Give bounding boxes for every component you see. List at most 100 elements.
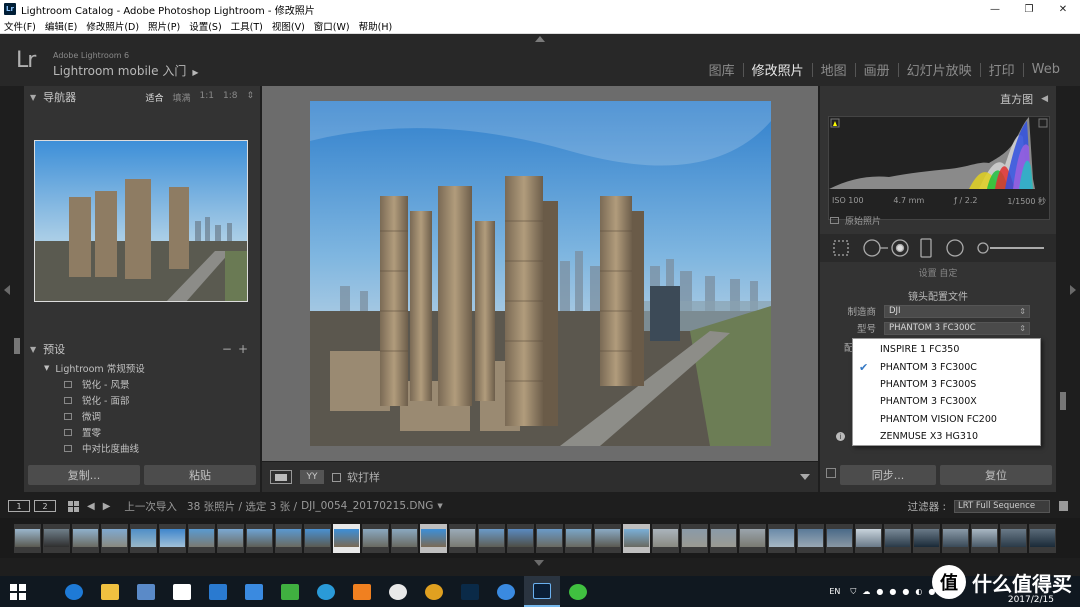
sync-button[interactable]: 同步... [840,465,936,485]
mobile-link[interactable]: Lightroom mobile 入门 ▶ [53,62,198,79]
shield-icon[interactable]: ⛉ [850,587,856,597]
film-thumb[interactable] [594,523,621,553]
film-thumb[interactable] [159,523,186,553]
histogram-header[interactable]: 直方图 ◀ [820,86,1056,112]
film-thumb[interactable] [362,523,389,553]
lens-option[interactable]: PHANTOM 3 FC300X [853,393,1040,410]
zoom-fit[interactable]: 适合 [145,91,163,104]
wechat-icon[interactable] [560,576,596,607]
right-scrollbar[interactable] [1060,392,1066,410]
app-icon[interactable] [200,576,236,607]
file-explorer-icon[interactable] [92,576,128,607]
film-thumb[interactable] [855,523,882,553]
film-thumb[interactable] [884,523,911,553]
film-thumb[interactable] [797,523,824,553]
module-library[interactable]: 图库 [701,60,743,79]
loupe-view-icon[interactable] [270,470,292,484]
lens-option[interactable]: PHANTOM VISION FC200 [853,411,1040,428]
navigator-header[interactable]: ▼ 导航器 适合 填满 1:1 1:8 ⇕ [24,86,260,108]
menu-photo[interactable]: 照片(P) [148,19,180,33]
blue-app-icon[interactable] [488,576,524,607]
input-language[interactable]: EN [829,587,840,596]
app-icon[interactable] [128,576,164,607]
film-thumb[interactable] [72,523,99,553]
menu-window[interactable]: 窗口(W) [314,19,350,33]
edge-browser-icon[interactable] [56,576,92,607]
lens-option-selected[interactable]: ✔ PHANTOM 3 FC300C [853,358,1040,375]
before-after-button[interactable]: YY [300,470,324,484]
presets-header[interactable]: ▼ 预设 −+ [24,338,260,360]
info-icon[interactable]: i [836,432,845,441]
film-thumb-selected[interactable] [623,523,650,553]
network-app-icon[interactable] [236,576,272,607]
zoom-fill[interactable]: 填满 [172,91,190,104]
password-app-icon[interactable] [380,576,416,607]
menu-settings[interactable]: 设置(S) [189,19,221,33]
collapse-top-panel-icon[interactable] [535,36,545,42]
source-label[interactable]: 上一次导入 [124,499,177,514]
close-button[interactable]: ✕ [1046,0,1080,18]
film-thumb[interactable] [101,523,128,553]
menu-develop[interactable]: 修改照片(D) [86,19,139,33]
photo-canvas[interactable] [262,86,818,461]
film-thumb[interactable] [43,523,70,553]
menu-tools[interactable]: 工具(T) [231,19,263,33]
film-thumb[interactable] [507,523,534,553]
film-thumb[interactable] [246,523,273,553]
maximize-button[interactable]: ❐ [1012,0,1046,18]
zoom-stepper-icon[interactable]: ⇕ [246,91,254,104]
film-thumb[interactable] [1000,523,1027,553]
lightroom-taskbar-icon[interactable] [524,576,560,607]
forward-arrow-icon[interactable]: ▶ [103,501,111,512]
second-window-button[interactable]: 2 [34,500,56,512]
film-thumb[interactable] [275,523,302,553]
green-app-icon[interactable] [272,576,308,607]
cloud-icon[interactable]: ☁ [862,587,870,596]
model-select[interactable]: PHANTOM 3 FC300C [884,321,1030,335]
zoom-1-8[interactable]: 1:8 [223,91,237,104]
film-thumb[interactable] [14,523,41,553]
film-thumb[interactable] [681,523,708,553]
telegram-icon[interactable] [308,576,344,607]
preset-item[interactable]: 微调 [24,408,260,424]
original-photo-toggle[interactable]: 原始照片 [830,214,881,227]
film-thumb[interactable] [449,523,476,553]
filter-select[interactable]: LRT Full Sequence [954,499,1050,513]
menu-edit[interactable]: 编辑(E) [45,19,77,33]
minimize-button[interactable]: — [978,0,1012,18]
film-thumb[interactable] [304,523,331,553]
preset-item[interactable]: 中对比度曲线 [24,440,260,456]
copy-settings-button[interactable]: 复制... [28,465,140,485]
orange-app-icon[interactable] [344,576,380,607]
module-map[interactable]: 地图 [813,60,855,79]
filter-lock-icon[interactable] [1059,501,1068,511]
film-thumb-selected[interactable] [420,523,447,553]
tray-app-icon[interactable]: ● [889,587,896,596]
reset-button[interactable]: 复位 [940,465,1052,485]
menu-file[interactable]: 文件(F) [4,19,36,33]
preset-item[interactable]: 锐化 - 风景 [24,376,260,392]
store-icon[interactable] [164,576,200,607]
film-thumb[interactable] [1029,523,1056,553]
module-slideshow[interactable]: 幻灯片放映 [899,60,980,79]
collapse-left-panel-icon[interactable] [4,285,10,295]
module-develop[interactable]: 修改照片 [744,60,812,79]
back-arrow-icon[interactable]: ◀ [87,501,95,512]
tray-app-icon[interactable]: ◐ [915,587,922,596]
collapse-filmstrip-icon[interactable] [534,560,544,566]
filename-dropdown-icon[interactable]: ▼ [437,502,442,510]
film-thumb[interactable] [188,523,215,553]
paste-settings-button[interactable]: 粘贴 [144,465,256,485]
toolbar-menu-icon[interactable] [800,474,810,480]
menu-view[interactable]: 视图(V) [272,19,305,33]
film-thumb[interactable] [478,523,505,553]
preset-item[interactable]: 锐化 - 面部 [24,392,260,408]
zoom-1-1[interactable]: 1:1 [199,91,213,104]
film-thumb[interactable] [536,523,563,553]
lens-option[interactable]: ZENMUSE X3 HG310 [853,428,1040,445]
film-thumb[interactable] [913,523,940,553]
film-thumb[interactable] [652,523,679,553]
film-thumb[interactable] [739,523,766,553]
preset-folder[interactable]: ▼ Lightroom 常规预设 [24,360,260,376]
film-thumb[interactable] [942,523,969,553]
